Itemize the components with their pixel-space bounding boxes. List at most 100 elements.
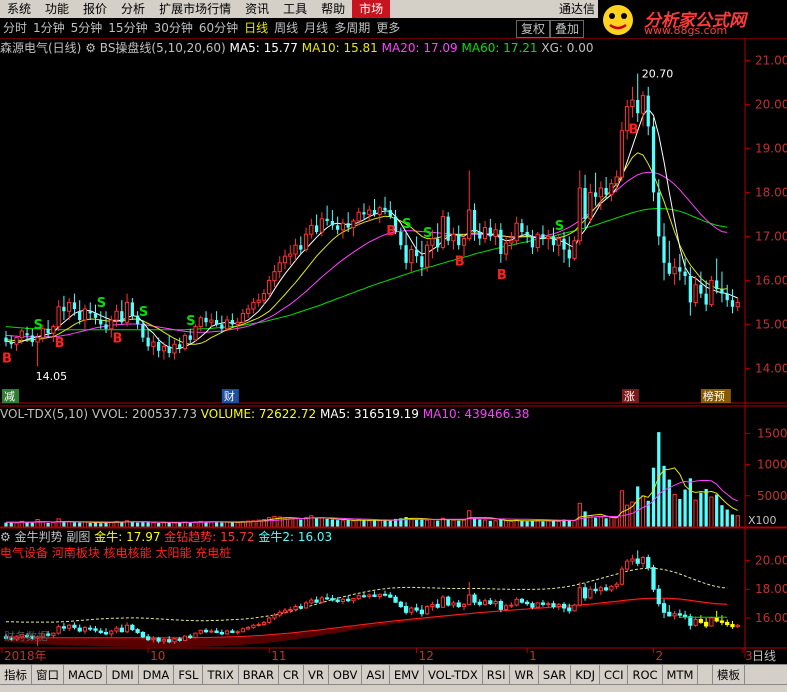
- candle-body: [693, 284, 698, 303]
- volume-bar: [499, 519, 503, 527]
- sub-candle-body: [188, 635, 193, 639]
- volume-bar: [99, 523, 103, 527]
- sub-candle-body: [219, 631, 224, 635]
- indicator-tab-7[interactable]: BRAR: [239, 665, 280, 685]
- indicator-tab-2[interactable]: MACD: [64, 665, 108, 685]
- volume-bar: [367, 520, 372, 528]
- sub-candle-body: [661, 603, 667, 613]
- period-5min[interactable]: 5分钟: [68, 18, 106, 38]
- buy-signal-s: S: [34, 318, 43, 333]
- volume-bar: [520, 520, 524, 527]
- indicator-tab-21[interactable]: 模板: [712, 665, 745, 685]
- indicator-tab-8[interactable]: CR: [279, 665, 305, 685]
- period-multi[interactable]: 多周期: [331, 18, 373, 38]
- volume-bar: [151, 522, 156, 528]
- price-tick-label: 15.00: [755, 317, 787, 331]
- sub-candle-body: [472, 594, 477, 603]
- candle-body: [167, 346, 171, 353]
- volume-bar: [699, 492, 703, 527]
- indicator-tab-17[interactable]: KDJ: [571, 665, 601, 685]
- menu-market[interactable]: 市场: [352, 0, 391, 18]
- low-price-label: 14.05: [36, 370, 67, 383]
- candle-body: [525, 232, 529, 237]
- sub-candle-body: [235, 631, 240, 634]
- volume-bar: [715, 494, 719, 527]
- indicator-tab-16[interactable]: SAR: [539, 665, 572, 685]
- volume-bar: [56, 518, 61, 528]
- candle-body: [404, 245, 408, 263]
- menu-quote[interactable]: 报价: [76, 0, 114, 18]
- period-monthly[interactable]: 月线: [301, 18, 331, 38]
- sub-candle-body: [135, 629, 140, 633]
- indicator-tab-10[interactable]: OBV: [329, 665, 363, 685]
- sub-candle-body: [330, 598, 335, 601]
- sub-candle-body: [51, 632, 56, 636]
- menu-analysis[interactable]: 分析: [114, 0, 152, 18]
- menu-help[interactable]: 帮助: [314, 0, 352, 18]
- indicator-tab-13[interactable]: VOL-TDX: [424, 665, 483, 685]
- sub-candle-body: [156, 637, 161, 642]
- indicator-tab-11[interactable]: ASI: [362, 665, 390, 685]
- indicator-tab-3[interactable]: DMI: [107, 665, 139, 685]
- indicator-tab-4[interactable]: DMA: [139, 665, 175, 685]
- indicator-tab-0[interactable]: 指标: [0, 665, 32, 685]
- period-15min[interactable]: 15分钟: [105, 18, 150, 38]
- sub-candle-body: [61, 626, 67, 629]
- period-1min[interactable]: 1分钟: [30, 18, 68, 38]
- candle-body: [399, 232, 403, 246]
- buy-signal-s: S: [97, 296, 106, 311]
- sub-candle-body: [598, 587, 603, 592]
- indicator-tab-1[interactable]: 窗口: [32, 665, 64, 685]
- reweight-button[interactable]: 复权: [516, 20, 551, 38]
- sub-candle-body: [198, 629, 203, 634]
- sub-candle-body: [619, 568, 625, 585]
- volume-bar: [220, 522, 224, 527]
- watermark-logo: 分析家公式网 www.88gs.com: [598, 0, 787, 38]
- sub-candle-body: [72, 624, 77, 628]
- sub-candle-body: [172, 638, 177, 643]
- sub-candle-body: [688, 616, 693, 626]
- date-tick-label: 11: [271, 649, 286, 663]
- candle-body: [288, 253, 293, 257]
- volume-bar: [30, 522, 34, 527]
- menu-extended-market[interactable]: 扩展市场行情: [152, 0, 238, 18]
- menu-system[interactable]: 系统: [0, 0, 38, 18]
- candle-body: [535, 233, 540, 248]
- candle-body: [709, 279, 714, 306]
- menu-info[interactable]: 资讯: [238, 0, 276, 18]
- overlay-button[interactable]: 叠加: [550, 20, 585, 38]
- period-tick[interactable]: 分时: [0, 18, 30, 38]
- indicator-tab-20[interactable]: MTM: [663, 665, 699, 685]
- candle-body: [388, 210, 392, 217]
- sub-candle-body: [577, 587, 582, 606]
- candle-body: [319, 218, 324, 233]
- indicator-tab-6[interactable]: TRIX: [203, 665, 239, 685]
- period-30min[interactable]: 30分钟: [151, 18, 196, 38]
- period-more[interactable]: 更多: [373, 18, 403, 38]
- period-daily[interactable]: 日线: [241, 18, 271, 38]
- volume-bar: [636, 486, 640, 527]
- candle-body: [346, 223, 350, 228]
- indicator-tab-18[interactable]: CCI: [600, 665, 629, 685]
- sub-candle-body: [651, 567, 656, 590]
- candle-body: [114, 310, 119, 321]
- candle-body: [377, 207, 382, 215]
- indicator-tab-14[interactable]: RSI: [483, 665, 511, 685]
- indicator-tab-5[interactable]: FSL: [174, 665, 204, 685]
- indicator-tab-12[interactable]: EMV: [390, 665, 424, 685]
- sub-candle-body: [82, 626, 88, 632]
- candle-body: [325, 218, 329, 221]
- volume-bar: [51, 522, 56, 528]
- period-60min[interactable]: 60分钟: [196, 18, 241, 38]
- indicator-tab-9[interactable]: VR: [304, 665, 329, 685]
- candle-body: [303, 233, 309, 251]
- sub-candle-body: [240, 628, 246, 633]
- volume-bar: [235, 522, 240, 528]
- indicator-tab-15[interactable]: WR: [510, 665, 539, 685]
- menu-tools[interactable]: 工具: [276, 0, 314, 18]
- candle-body: [640, 95, 646, 114]
- period-weekly[interactable]: 周线: [271, 18, 301, 38]
- candle-body: [204, 317, 208, 323]
- menu-function[interactable]: 功能: [38, 0, 76, 18]
- indicator-tab-19[interactable]: ROC: [628, 665, 663, 685]
